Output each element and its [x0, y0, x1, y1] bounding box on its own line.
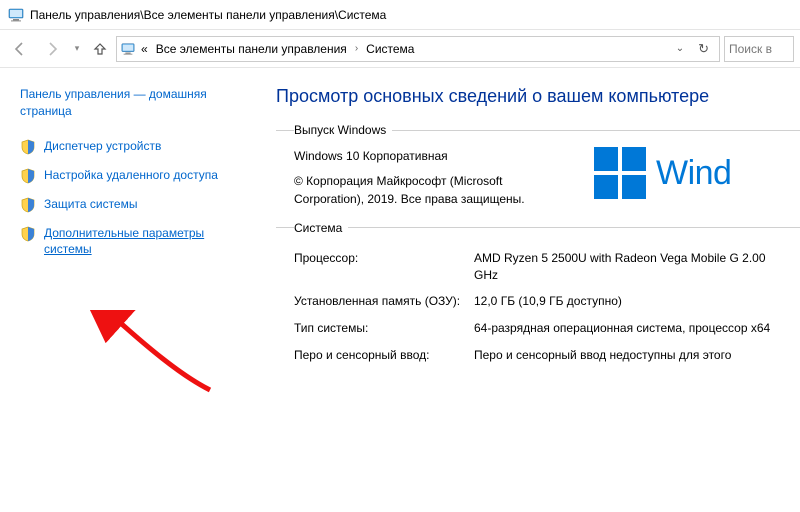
sidebar: Панель управления — домашняя страница Ди… — [0, 68, 250, 512]
main-pane: Просмотр основных сведений о вашем компь… — [250, 68, 800, 512]
group-legend-system: Система — [294, 221, 348, 235]
windows-edition-group: Выпуск Windows Windows 10 Корпоративная … — [276, 123, 800, 213]
recent-dropdown[interactable]: ▾ — [70, 35, 84, 63]
system-icon — [121, 42, 135, 56]
up-button[interactable] — [88, 35, 112, 63]
ram-label: Установленная память (ОЗУ): — [294, 288, 474, 315]
shield-icon — [20, 168, 36, 184]
breadcrumb-all-items[interactable]: Все элементы панели управления — [154, 42, 349, 56]
window-title: Панель управления\Все элементы панели уп… — [30, 8, 386, 22]
table-row: Тип системы: 64-разрядная операционная с… — [294, 315, 800, 342]
windows-copyright: © Корпорация Майкрософт (Microsoft Corpo… — [294, 172, 564, 209]
pen-touch-label: Перо и сенсорный ввод: — [294, 342, 474, 369]
back-button[interactable] — [6, 35, 34, 63]
content-area: Панель управления — домашняя страница Ди… — [0, 68, 800, 512]
ram-value: 12,0 ГБ (10,9 ГБ доступно) — [474, 288, 800, 315]
system-properties-table: Процессор: AMD Ryzen 5 2500U with Radeon… — [294, 245, 800, 369]
system-type-value: 64-разрядная операционная система, проце… — [474, 315, 800, 342]
table-row: Процессор: AMD Ryzen 5 2500U with Radeon… — [294, 245, 800, 289]
sidebar-item-label: Настройка удаленного доступа — [44, 167, 218, 183]
breadcrumb-system[interactable]: Система — [364, 42, 416, 56]
search-placeholder: Поиск в — [729, 42, 772, 56]
shield-icon — [20, 197, 36, 213]
window-titlebar: Панель управления\Все элементы панели уп… — [0, 0, 800, 30]
windows-logo: Wind — [594, 147, 731, 199]
shield-icon — [20, 139, 36, 155]
sidebar-item-label: Дополнительные параметры системы — [44, 225, 234, 257]
sidebar-item-device-manager[interactable]: Диспетчер устройств — [20, 138, 234, 155]
forward-button[interactable] — [38, 35, 66, 63]
address-bar[interactable]: « Все элементы панели управления › Систе… — [116, 36, 720, 62]
control-panel-home-link[interactable]: Панель управления — домашняя страница — [20, 86, 234, 120]
group-legend-windows: Выпуск Windows — [294, 123, 392, 137]
system-group: Система Процессор: AMD Ryzen 5 2500U wit… — [276, 221, 800, 373]
sidebar-item-system-protection[interactable]: Защита системы — [20, 196, 234, 213]
table-row: Перо и сенсорный ввод: Перо и сенсорный … — [294, 342, 800, 369]
chevron-right-icon[interactable]: › — [353, 43, 360, 54]
refresh-button[interactable]: ↻ — [692, 41, 715, 57]
windows-edition: Windows 10 Корпоративная — [294, 147, 564, 166]
page-title: Просмотр основных сведений о вашем компь… — [276, 86, 800, 107]
table-row: Установленная память (ОЗУ): 12,0 ГБ (10,… — [294, 288, 800, 315]
sidebar-item-advanced-system-settings[interactable]: Дополнительные параметры системы — [20, 225, 234, 257]
search-input[interactable]: Поиск в — [724, 36, 794, 62]
navigation-bar: ▾ « Все элементы панели управления › Сис… — [0, 30, 800, 68]
windows-logo-icon — [594, 147, 646, 199]
cpu-label: Процессор: — [294, 245, 474, 289]
breadcrumb-prefix[interactable]: « — [139, 42, 150, 56]
shield-icon — [20, 226, 36, 242]
system-icon — [8, 7, 24, 23]
address-dropdown[interactable]: ⌄ — [672, 43, 688, 54]
windows-logo-text: Wind — [656, 154, 731, 193]
sidebar-item-label: Защита системы — [44, 196, 137, 212]
sidebar-item-label: Диспетчер устройств — [44, 138, 161, 154]
sidebar-item-remote-settings[interactable]: Настройка удаленного доступа — [20, 167, 234, 184]
cpu-value: AMD Ryzen 5 2500U with Radeon Vega Mobil… — [474, 245, 800, 289]
pen-touch-value: Перо и сенсорный ввод недоступны для это… — [474, 342, 800, 369]
system-type-label: Тип системы: — [294, 315, 474, 342]
